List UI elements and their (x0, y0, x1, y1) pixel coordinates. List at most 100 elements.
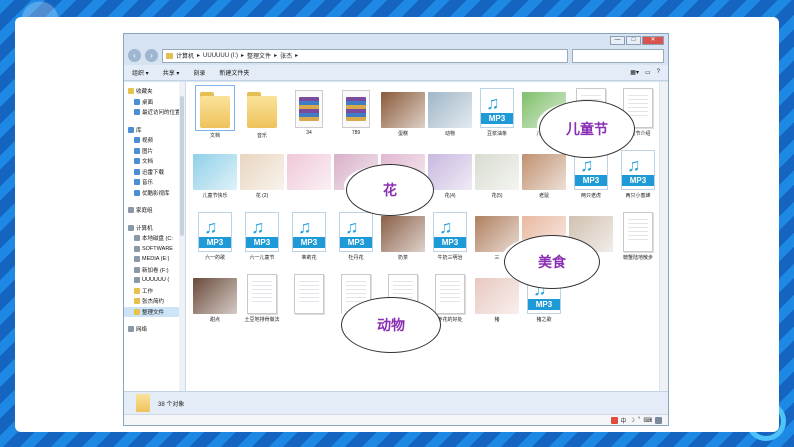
breadcrumb-drive[interactable]: UUUUUU (I:) (203, 53, 238, 59)
new-folder-button[interactable]: 新建文件夹 (219, 68, 249, 77)
sidebar-item-15[interactable]: 本地磁盘 (C: (124, 233, 185, 244)
file-item[interactable]: ♫ MP3 两只小蜜蜂 (615, 148, 661, 199)
document-icon (294, 274, 324, 314)
keyboard-icon[interactable]: ⌨ (643, 417, 652, 424)
archive-icon (295, 90, 323, 128)
breadcrumb-folder[interactable]: 整理文件 (247, 51, 271, 60)
callout-children-day-label: 儿童节 (566, 122, 608, 138)
file-name: 牛奶三明治 (437, 255, 463, 261)
file-item[interactable]: 蛋糕 (380, 86, 426, 137)
sidebar-item-label: 本地磁盘 (C: (142, 236, 173, 243)
image-thumbnail (287, 154, 331, 190)
sidebar-item-12[interactable]: 家庭组 (124, 205, 185, 216)
file-item[interactable]: 猪 (474, 272, 520, 323)
file-item[interactable]: 789 (333, 86, 379, 136)
sogou-icon[interactable] (610, 416, 618, 424)
file-item[interactable]: ♫ MP3 六一的歌 (192, 210, 238, 261)
ime-indicator[interactable]: 中 (621, 416, 627, 425)
preview-pane-icon[interactable]: ▭ (645, 69, 651, 76)
file-item[interactable]: 音乐 (239, 86, 285, 139)
file-item[interactable]: 花(5) (474, 148, 520, 199)
sidebar-item-6[interactable]: 图片 (124, 146, 185, 157)
forward-button[interactable]: › (145, 49, 158, 62)
sidebar-item-7[interactable]: 文档 (124, 156, 185, 167)
sidebar-item-17[interactable]: MEDIA (E:) (124, 254, 185, 265)
moon-icon[interactable]: ☽ (630, 417, 635, 424)
back-button[interactable]: ‹ (128, 49, 141, 62)
desktop-icon (134, 98, 140, 105)
maximize-button[interactable]: □ (626, 36, 641, 45)
sidebar-item-label: 收藏夹 (136, 89, 153, 96)
sidebar-item-9[interactable]: 音乐 (124, 177, 185, 188)
address-field[interactable]: 计算机 ▸ UUUUUU (I:) ▸ 整理文件 ▸ 张杰 ▸ (162, 48, 568, 63)
sidebar-item-label: 图片 (142, 148, 154, 155)
drive-icon (134, 235, 140, 242)
file-item[interactable]: 儿童节快乐 (192, 148, 238, 199)
music-icon (134, 179, 140, 186)
minimize-button[interactable]: — (610, 36, 625, 45)
image-thumbnail (522, 154, 566, 190)
sidebar-item-label: 视频 (142, 138, 154, 145)
file-item[interactable]: 土豆地排骨做法 (239, 272, 285, 323)
file-item[interactable]: 螃蟹陆地散步 (615, 210, 661, 261)
file-item[interactable]: ♫ MP3 牡丹花 (333, 210, 379, 261)
organize-menu[interactable]: 组织 ▾ (132, 68, 149, 77)
sidebar-item-24[interactable]: 网络 (124, 324, 185, 335)
settings-icon[interactable] (655, 416, 662, 424)
file-item[interactable]: ♫ MP3 茉莉花 (286, 210, 332, 261)
video-library-icon (134, 189, 140, 196)
file-item[interactable]: 花 (2) (239, 148, 285, 199)
sidebar-item-14[interactable]: 计算机 (124, 223, 185, 234)
file-name: 音乐 (256, 133, 267, 139)
punctuation-icon[interactable]: ° (638, 417, 640, 423)
file-item[interactable]: 奶茶 (380, 210, 426, 261)
image-thumbnail (475, 278, 519, 314)
download-icon (134, 168, 140, 175)
file-item[interactable]: 老鼠 (521, 148, 567, 199)
sidebar-item-2[interactable]: 最近访问的位置 (124, 107, 185, 118)
breadcrumb-current[interactable]: 张杰 (280, 51, 292, 60)
sidebar-item-19[interactable]: UUUUUU ( (124, 275, 185, 286)
sidebar-item-10[interactable]: 优酷影视库 (124, 188, 185, 199)
file-item[interactable]: 文档 (192, 85, 238, 139)
sidebar-item-16[interactable]: SOFTWARE (124, 244, 185, 255)
sidebar-item-21[interactable]: 张杰简约 (124, 296, 185, 307)
sidebar-item-4[interactable]: 库 (124, 125, 185, 136)
sidebar-item-0[interactable]: 收藏夹 (124, 86, 185, 97)
sidebar-item-1[interactable]: 桌面 (124, 97, 185, 108)
help-icon[interactable]: ? (657, 69, 660, 76)
pictures-icon (134, 147, 140, 154)
folder-icon (134, 287, 140, 294)
image-thumbnail (193, 154, 237, 190)
share-menu[interactable]: 共享 ▾ (163, 68, 180, 77)
sidebar-item-label: UUUUUU ( (142, 277, 170, 284)
file-item[interactable]: ♫ MP3 六一儿童节 (239, 210, 285, 261)
sidebar-item-22[interactable]: 整理文件 (124, 306, 185, 317)
file-item[interactable] (286, 148, 332, 192)
item-count: 38 个对象 (158, 401, 185, 408)
drive-icon (134, 277, 140, 284)
sidebar-item-18[interactable]: 新加卷 (F:) (124, 265, 185, 276)
callout-food-label: 美食 (538, 255, 566, 271)
search-input[interactable] (572, 48, 664, 63)
file-item[interactable]: 34 (286, 86, 332, 136)
file-name: 螃蟹陆地散步 (622, 255, 653, 261)
view-options-icon[interactable]: ▦▾ (630, 69, 639, 76)
file-item[interactable]: 动物 (427, 86, 473, 137)
breadcrumb-computer[interactable]: 计算机 (176, 51, 194, 60)
close-button[interactable]: ✕ (642, 36, 664, 45)
file-item[interactable]: 甜点 (192, 272, 238, 323)
sidebar-item-8[interactable]: 迅雷下载 (124, 167, 185, 178)
sidebar-item-5[interactable]: 视频 (124, 135, 185, 146)
title-bar: — □ ✕ (124, 34, 668, 46)
file-item[interactable]: ♫ MP3 牛奶三明治 (427, 210, 473, 261)
sidebar-item-label: 新加卷 (F:) (142, 267, 169, 274)
nav-scrollbar[interactable] (179, 82, 185, 391)
file-name: 猪 (494, 317, 500, 323)
burn-button[interactable]: 刻录 (193, 68, 205, 77)
file-item[interactable]: ♫ MP3 豆浆油条 (474, 86, 520, 137)
sidebar-item-20[interactable]: 工作 (124, 286, 185, 297)
file-item[interactable] (286, 272, 332, 316)
folder-icon (243, 86, 281, 130)
